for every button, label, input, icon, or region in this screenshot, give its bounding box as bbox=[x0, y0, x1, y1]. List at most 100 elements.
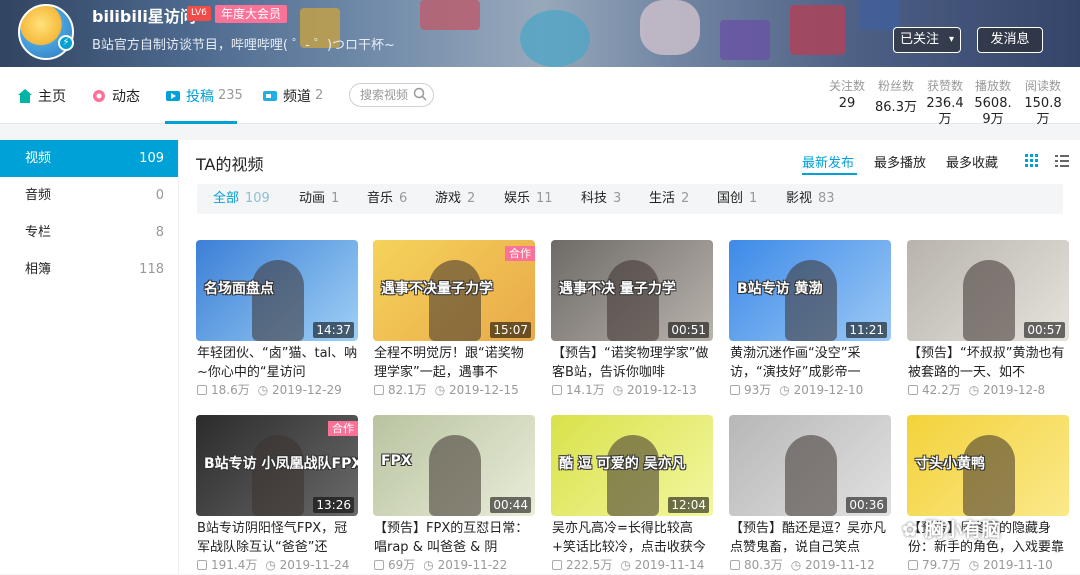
video-card[interactable]: 名场面盘点 14:37 年轻团伙、“卤”猫、tal、呐~你心中的“星访问 18.6万 ◷… bbox=[196, 240, 358, 400]
video-card[interactable]: 00:36 【预告】酷还是逗？吴亦凡点赞鬼畜，说自己笑点 80.3万 ◷ 2019-1… bbox=[729, 415, 891, 575]
video-card[interactable]: 酷 逗 可爱的 吴亦凡 12:04 吴亦凡高冷=长得比较高+笑话比较冷，点击收获今 2… bbox=[551, 415, 713, 575]
sidebar-item-label: 音频 bbox=[25, 188, 52, 203]
play-count-icon bbox=[908, 385, 918, 395]
video-thumbnail[interactable]: 遇事不决 量子力学 00:51 bbox=[551, 240, 713, 341]
thumbnail-figure bbox=[785, 435, 837, 516]
stat-label: 播放数 bbox=[974, 79, 1011, 93]
video-title[interactable]: 黄渤沉迷作画“没空”采访，“演技好”成影帝一 bbox=[730, 344, 892, 382]
category-life[interactable]: 生活 2 bbox=[649, 184, 689, 214]
play-count: 222.5万 bbox=[566, 558, 613, 572]
video-title[interactable]: 年轻团伙、“卤”猫、tal、呐~你心中的“星访问 bbox=[197, 344, 359, 382]
clock-icon: ◷ bbox=[968, 383, 984, 397]
sidebar-item-video[interactable]: 视频 109 bbox=[0, 140, 178, 177]
stat-value: 86.3万 bbox=[875, 100, 917, 115]
sidebar-item-count: 118 bbox=[139, 262, 164, 277]
video-card[interactable]: B站专访 小凤凰战队FPX 合作 13:26 B站专访阴阳怪气FPX，冠军战队除互认“… bbox=[196, 415, 358, 575]
search-input[interactable]: 搜索视频 bbox=[349, 83, 434, 107]
category-tech[interactable]: 科技 3 bbox=[581, 184, 621, 214]
stat-reads: 阅读数 150.8万 bbox=[1022, 77, 1064, 128]
wechat-icon: ✿ bbox=[902, 519, 918, 541]
video-thumbnail[interactable]: B站专访 黄渤 11:21 bbox=[729, 240, 891, 341]
thumbnail-figure bbox=[785, 260, 837, 341]
video-meta: 80.3万 ◷ 2019-11-12 bbox=[730, 556, 892, 573]
thumbnail-figure bbox=[607, 435, 659, 516]
thumbnail-figure bbox=[429, 260, 481, 341]
watermark-text: 胸小有脑 bbox=[924, 519, 1001, 541]
video-title[interactable]: 【预告】“坏叔叔”黄渤也有被套路的一天、如不 bbox=[908, 344, 1070, 382]
grid-view-icon[interactable] bbox=[1025, 154, 1039, 168]
category-music[interactable]: 音乐 6 bbox=[367, 184, 407, 214]
category-guochuang[interactable]: 国创 1 bbox=[717, 184, 757, 214]
video-card[interactable]: 遇事不决 量子力学 00:51 【预告】“诺奖物理学家”做客B站，告诉你咖啡 14.1… bbox=[551, 240, 713, 400]
category-count: 83 bbox=[818, 191, 835, 206]
play-count: 82.1万 bbox=[388, 383, 427, 397]
category-game[interactable]: 游戏 2 bbox=[435, 184, 475, 214]
video-thumbnail[interactable]: 酷 逗 可爱的 吴亦凡 12:04 bbox=[551, 415, 713, 516]
duration-badge: 14:37 bbox=[313, 322, 354, 338]
video-thumbnail[interactable]: 寸头小黄鸭 bbox=[907, 415, 1069, 516]
sort-most-favorited[interactable]: 最多收藏 bbox=[946, 152, 998, 171]
video-card[interactable]: FPX 00:44 【预告】FPX的互怼日常：唱rap & 叫爸爸 & 阴 69万 ◷ … bbox=[373, 415, 535, 575]
duration-badge: 11:21 bbox=[846, 322, 887, 338]
video-title[interactable]: B站专访阴阳怪气FPX，冠军战队除互认“爸爸”还 bbox=[197, 519, 359, 557]
category-count: 3 bbox=[613, 191, 622, 206]
video-title[interactable]: 【预告】“诺奖物理学家”做客B站，告诉你咖啡 bbox=[552, 344, 714, 382]
list-view-icon[interactable] bbox=[1055, 154, 1069, 168]
stat-followers[interactable]: 粉丝数 86.3万 bbox=[874, 77, 918, 115]
stat-label: 获赞数 bbox=[926, 79, 963, 93]
video-thumbnail[interactable]: 名场面盘点 14:37 bbox=[196, 240, 358, 341]
level-badge: LV6 bbox=[187, 6, 211, 21]
search-icon[interactable] bbox=[413, 87, 427, 101]
sidebar-item-article[interactable]: 专栏 8 bbox=[0, 214, 178, 251]
video-card[interactable]: 00:57 【预告】“坏叔叔”黄渤也有被套路的一天、如不 42.2万 ◷ 2019-1… bbox=[907, 240, 1069, 400]
tab-home[interactable]: 主页 bbox=[17, 67, 66, 124]
category-all[interactable]: 全部 109 bbox=[213, 184, 270, 214]
play-count-icon bbox=[197, 385, 207, 395]
thumbnail-caption: B站专访 小凤凰战队FPX bbox=[204, 456, 358, 472]
upload-date: 2019-11-14 bbox=[634, 558, 705, 572]
sidebar-item-album[interactable]: 相簿 118 bbox=[0, 251, 178, 288]
stat-value: 5608.9万 bbox=[974, 96, 1012, 127]
video-title[interactable]: 全程不明觉厉！跟“诺奖物理学家”一起，遇事不 bbox=[374, 344, 536, 382]
video-meta: 191.4万 ◷ 2019-11-24 bbox=[197, 556, 359, 573]
video-meta: 42.2万 ◷ 2019-12-8 bbox=[908, 381, 1070, 398]
clock-icon: ◷ bbox=[968, 558, 984, 572]
avatar[interactable] bbox=[18, 4, 74, 60]
sidebar-item-count: 8 bbox=[155, 225, 164, 240]
tab-uploads[interactable]: 投稿 235 bbox=[165, 67, 243, 124]
thumbnail-figure bbox=[963, 435, 1015, 516]
video-title[interactable]: 【预告】酷还是逗？吴亦凡点赞鬼畜，说自己笑点 bbox=[730, 519, 892, 557]
stat-value: 236.4万 bbox=[926, 96, 964, 127]
video-title[interactable]: 【预告】FPX的互怼日常：唱rap & 叫爸爸 & 阴 bbox=[374, 519, 536, 557]
category-count: 2 bbox=[467, 191, 476, 206]
sort-latest[interactable]: 最新发布 bbox=[802, 152, 854, 171]
video-thumbnail[interactable]: 00:57 bbox=[907, 240, 1069, 341]
video-card[interactable]: 寸头小黄鸭【预告】周冬雨的隐藏身份：新手的角色，入戏要靠心79.7万◷ 2019… bbox=[907, 415, 1069, 575]
category-film[interactable]: 影视 83 bbox=[786, 184, 835, 214]
category-animation[interactable]: 动画 1 bbox=[299, 184, 339, 214]
upload-date: 2019-12-15 bbox=[449, 383, 519, 397]
upload-date: 2019-12-29 bbox=[272, 383, 342, 397]
tab-channels[interactable]: 频道 2 bbox=[262, 67, 323, 124]
video-title[interactable]: 吴亦凡高冷=长得比较高+笑话比较冷，点击收获今 bbox=[552, 519, 714, 557]
profile-nav: 主页 动态 投稿 235 频道 2 bbox=[0, 67, 1080, 124]
message-button[interactable]: 发消息 bbox=[977, 27, 1043, 53]
video-thumbnail[interactable]: 00:36 bbox=[729, 415, 891, 516]
category-count: 109 bbox=[245, 191, 270, 206]
video-thumbnail[interactable]: 遇事不决量子力学 合作 15:07 bbox=[373, 240, 535, 341]
sort-most-played[interactable]: 最多播放 bbox=[874, 152, 926, 171]
play-count-icon bbox=[730, 385, 740, 395]
sidebar-item-audio[interactable]: 音频 0 bbox=[0, 177, 178, 214]
channel-icon bbox=[263, 90, 277, 101]
watermark: ✿ 胸小有脑 bbox=[902, 515, 1001, 542]
category-entertainment[interactable]: 娱乐 11 bbox=[504, 184, 553, 214]
tab-dynamic[interactable]: 动态 bbox=[91, 67, 140, 124]
follow-button[interactable]: 已关注 ▾ bbox=[893, 27, 961, 53]
video-card[interactable]: 遇事不决量子力学 合作 15:07 全程不明觉厉！跟“诺奖物理学家”一起，遇事不 82.… bbox=[373, 240, 535, 400]
video-thumbnail[interactable]: B站专访 小凤凰战队FPX 合作 13:26 bbox=[196, 415, 358, 516]
active-tab-indicator bbox=[165, 121, 237, 124]
stat-following[interactable]: 关注数 29 bbox=[826, 77, 868, 111]
video-thumbnail[interactable]: FPX 00:44 bbox=[373, 415, 535, 516]
collab-tag: 合作 bbox=[505, 246, 535, 261]
video-card[interactable]: B站专访 黄渤 11:21 黄渤沉迷作画“没空”采访，“演技好”成影帝一 93万 ◷ 2… bbox=[729, 240, 891, 400]
